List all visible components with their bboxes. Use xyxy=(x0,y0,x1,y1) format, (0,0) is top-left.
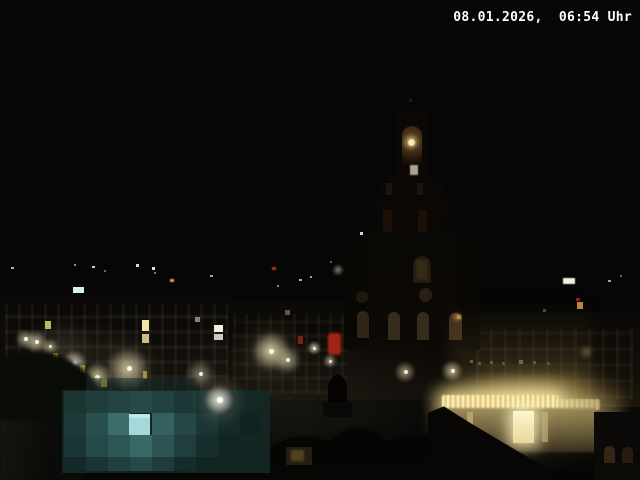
foreground-streetlight-layer xyxy=(0,0,640,480)
timestamp-overlay: 08.01.2026, 06:54 Uhr xyxy=(453,10,632,25)
webcam-night-photo: 08.01.2026, 06:54 Uhr xyxy=(0,0,640,480)
streetlight xyxy=(217,397,223,403)
